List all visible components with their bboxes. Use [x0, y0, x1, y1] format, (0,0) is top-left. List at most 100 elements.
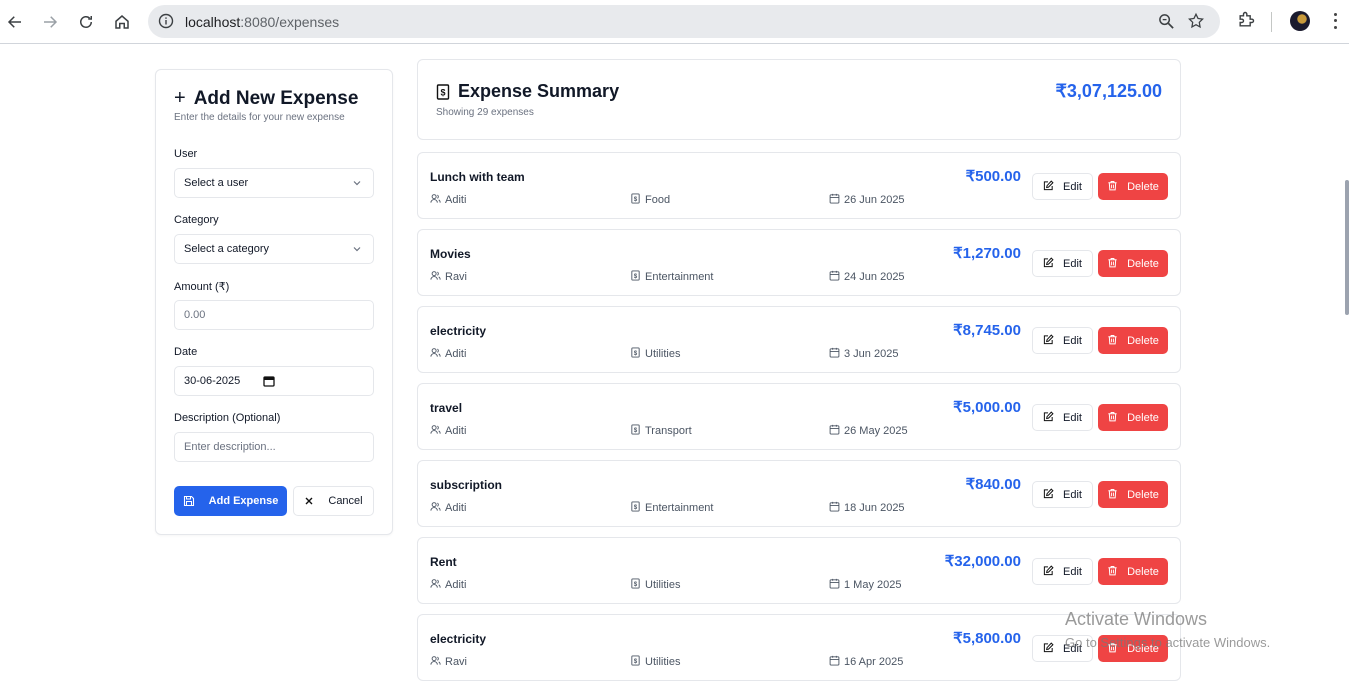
- summary-total: ₹3,07,125.00: [1055, 81, 1162, 101]
- save-icon: [183, 495, 194, 507]
- url-text[interactable]: localhost:8080/expenses: [185, 14, 339, 30]
- chevron-down-icon: [353, 247, 361, 252]
- expense-date-text: 3 Jun 2025: [844, 348, 899, 360]
- form-subtitle: Enter the details for your new expense: [174, 112, 345, 123]
- expense-category: $ Utilities: [630, 655, 680, 669]
- edit-label: Edit: [1063, 565, 1082, 578]
- svg-text:$: $: [634, 197, 638, 203]
- edit-button[interactable]: Edit: [1032, 173, 1093, 200]
- expense-date-text: 26 Jun 2025: [844, 194, 905, 206]
- trash-icon: [1107, 565, 1118, 579]
- edit-button[interactable]: Edit: [1032, 558, 1093, 585]
- category-label: Category: [174, 214, 219, 226]
- category-select[interactable]: Select a category: [174, 234, 374, 264]
- delete-button[interactable]: Delete: [1098, 327, 1168, 354]
- delete-label: Delete: [1127, 565, 1159, 578]
- zoom-icon[interactable]: [1158, 13, 1175, 30]
- edit-button[interactable]: Edit: [1032, 481, 1093, 508]
- reload-icon[interactable]: [73, 9, 99, 35]
- delete-label: Delete: [1127, 411, 1159, 424]
- trash-icon: [1107, 257, 1118, 271]
- scrollbar-thumb[interactable]: [1345, 180, 1349, 315]
- add-expense-button[interactable]: Add Expense: [174, 486, 287, 516]
- form-title-text: Add New Expense: [193, 87, 359, 109]
- delete-label: Delete: [1127, 488, 1159, 501]
- edit-icon: [1043, 641, 1054, 656]
- expense-user: Aditi: [430, 578, 466, 592]
- extensions-icon[interactable]: [1236, 10, 1256, 30]
- expense-name: subscription: [430, 478, 503, 492]
- delete-button[interactable]: Delete: [1098, 404, 1168, 431]
- expense-date-text: 24 Jun 2025: [844, 271, 905, 283]
- users-icon: [430, 347, 441, 361]
- forward-icon[interactable]: [37, 9, 63, 35]
- expense-row: Lunch with team Aditi $ Food 26 Jun 2025 ₹500…: [417, 152, 1181, 219]
- edit-icon: [1043, 179, 1054, 194]
- home-icon[interactable]: [109, 9, 135, 35]
- description-input[interactable]: Enter description...: [174, 432, 374, 462]
- users-icon: [430, 193, 441, 207]
- category-receipt-icon: $: [630, 193, 641, 207]
- address-bar[interactable]: localhost:8080/expenses: [148, 5, 1220, 38]
- amount-input[interactable]: 0.00: [174, 300, 374, 330]
- back-icon[interactable]: [2, 9, 28, 35]
- delete-button[interactable]: Delete: [1098, 481, 1168, 508]
- trash-icon: [1107, 411, 1118, 425]
- users-icon: [430, 501, 441, 515]
- edit-button[interactable]: Edit: [1032, 404, 1093, 431]
- svg-text:$: $: [634, 428, 638, 434]
- more-menu-icon[interactable]: [1328, 11, 1342, 31]
- users-icon: [430, 655, 441, 669]
- date-input[interactable]: 30-06-2025: [174, 366, 374, 396]
- expense-date-text: 18 Jun 2025: [844, 502, 905, 514]
- expense-date: 18 Jun 2025: [829, 501, 905, 515]
- svg-text:$: $: [634, 351, 638, 357]
- delete-button[interactable]: Delete: [1098, 558, 1168, 585]
- calendar-picker-icon[interactable]: [263, 375, 275, 387]
- expense-date: 24 Jun 2025: [829, 270, 905, 284]
- category-receipt-icon: $: [630, 501, 641, 515]
- description-label: Description (Optional): [174, 412, 281, 424]
- delete-button[interactable]: Delete: [1098, 173, 1168, 200]
- amount-placeholder: 0.00: [184, 309, 206, 321]
- profile-avatar[interactable]: [1290, 11, 1310, 31]
- expense-name: electricity: [430, 324, 487, 338]
- expense-amount: ₹840.00: [965, 476, 1021, 493]
- calendar-icon: [829, 424, 840, 438]
- expense-row: travel Aditi $ Transport 26 May 2025 ₹5,000.0…: [417, 383, 1181, 450]
- expense-amount: ₹8,745.00: [953, 322, 1021, 339]
- expense-category: $ Transport: [630, 424, 692, 438]
- expense-name: Lunch with team: [430, 170, 525, 184]
- delete-button[interactable]: Delete: [1098, 250, 1168, 277]
- expense-user-text: Aditi: [445, 579, 467, 591]
- trash-icon: [1107, 180, 1118, 194]
- category-receipt-icon: $: [630, 424, 641, 438]
- user-select-value: Select a user: [184, 177, 249, 189]
- expense-user: Aditi: [430, 193, 466, 207]
- edit-icon: [1043, 564, 1054, 579]
- expense-date: 26 May 2025: [829, 424, 908, 438]
- expense-name: electricity: [430, 632, 487, 646]
- expense-user-text: Ravi: [445, 656, 468, 668]
- expense-user: Aditi: [430, 424, 466, 438]
- plus-icon: +: [174, 87, 186, 109]
- date-label: Date: [174, 346, 198, 358]
- edit-button[interactable]: Edit: [1032, 250, 1093, 277]
- svg-text:$: $: [440, 87, 445, 97]
- edit-button[interactable]: Edit: [1032, 327, 1093, 354]
- chevron-down-icon: [353, 181, 361, 186]
- user-select[interactable]: Select a user: [174, 168, 374, 198]
- svg-text:$: $: [634, 505, 638, 511]
- expense-row: subscription Aditi $ Entertainment 18 Jun 20…: [417, 460, 1181, 527]
- category-receipt-icon: $: [630, 347, 641, 361]
- users-icon: [430, 424, 441, 438]
- edit-label: Edit: [1063, 411, 1082, 424]
- cancel-button[interactable]: Cancel: [293, 486, 374, 516]
- expense-category-text: Entertainment: [645, 271, 714, 283]
- bookmark-star-icon[interactable]: [1187, 12, 1205, 30]
- expense-category-text: Transport: [645, 425, 692, 437]
- calendar-icon: [829, 347, 840, 361]
- expense-name: travel: [430, 401, 463, 415]
- trash-icon: [1107, 334, 1118, 348]
- site-info-icon[interactable]: [158, 13, 174, 29]
